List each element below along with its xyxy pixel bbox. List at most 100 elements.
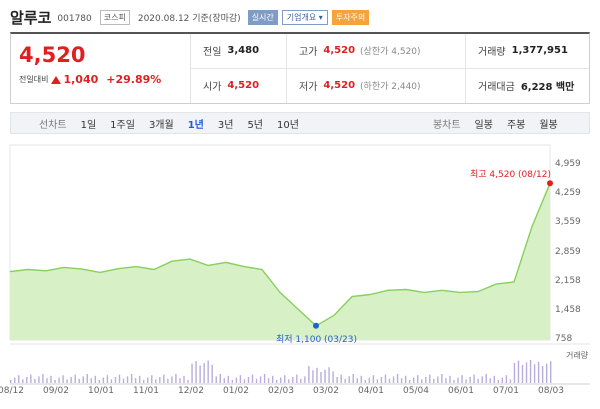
x-tick-label: 11/01: [133, 386, 159, 396]
tab-10y[interactable]: 10년: [277, 116, 299, 131]
high-marker: [547, 180, 553, 187]
current-price-box: 4,520 전일대비 1,040 +29.89%: [11, 34, 191, 103]
high-label: 고가: [299, 47, 318, 59]
low-label: 저가: [299, 82, 318, 94]
volume-bar: [199, 365, 201, 383]
volume-bar: [46, 378, 48, 383]
open-cell: 시가 4,520: [191, 69, 286, 104]
tab-1w[interactable]: 1주일: [110, 116, 135, 131]
volume-bar: [513, 363, 516, 383]
volume-bar: [384, 374, 387, 383]
volume-bar: [134, 378, 137, 383]
volume-bar: [191, 363, 193, 383]
realtime-button[interactable]: 실시간: [247, 9, 278, 25]
price-change: 전일대비 1,040 +29.89%: [19, 73, 182, 86]
volume-bar: [18, 375, 20, 383]
volume-bar: [493, 375, 495, 383]
stock-header: 알루코 001780 코스피 2020.08.12 기준(장마감) 실시간 기업…: [10, 6, 590, 28]
high-cell: 고가 4,520 (상한가 4,520): [286, 34, 466, 69]
price-chart-svg: [9, 144, 590, 385]
volume-bar: [320, 372, 322, 383]
stock-name: 알루코: [10, 8, 52, 27]
volume-bar: [417, 375, 419, 383]
volume-bar: [537, 361, 540, 383]
volume-bar: [404, 375, 407, 383]
volume-bar: [509, 379, 512, 383]
volume-bar: [42, 374, 44, 383]
volume-bar: [263, 374, 266, 383]
x-tick-label: 04/01: [358, 386, 384, 396]
volume-bar: [26, 377, 28, 383]
market-badge: 코스피: [99, 9, 130, 25]
volume-bar: [90, 378, 92, 383]
tab-3m[interactable]: 3개월: [149, 116, 174, 131]
volume-bar: [255, 378, 258, 383]
tab-3y[interactable]: 3년: [218, 116, 234, 131]
volume-bar: [155, 379, 157, 383]
volume-bar: [545, 363, 548, 383]
y-tick-label: 3,559: [555, 217, 581, 228]
x-tick-label: 01/02: [223, 386, 249, 396]
change-amount: 1,040: [63, 73, 99, 86]
volume-bar: [30, 374, 32, 383]
prev-close-cell: 전일 3,480: [191, 34, 286, 69]
volume-bar: [235, 377, 238, 383]
tab-weekly-candle[interactable]: 주봉: [507, 116, 525, 131]
price-chart: 최고 4,520 (08/12) 최저 1,100 (03/23) 거래량 4,…: [0, 140, 600, 409]
volume-bar: [187, 380, 189, 383]
volume-bar: [364, 380, 367, 383]
volume-bar: [421, 379, 423, 383]
volume-bar: [280, 377, 282, 383]
company-info-dropdown[interactable]: 기업개요 ▾: [281, 9, 328, 25]
x-tick-label: 08/03: [538, 386, 564, 396]
low-annotation: 최저 1,100 (03/23): [276, 334, 358, 345]
volume-bar: [461, 375, 463, 383]
volume-bar: [34, 378, 36, 383]
volume-bar: [223, 378, 225, 383]
volume-bar: [247, 377, 250, 383]
volume-bar: [98, 380, 101, 383]
tab-5y[interactable]: 5년: [247, 116, 263, 131]
volume-bar: [288, 379, 290, 383]
volume-bar: [469, 377, 471, 383]
volume-bar: [429, 374, 431, 383]
volume-label: 거래량: [478, 47, 506, 59]
volume-bar: [78, 378, 80, 383]
tab-1y[interactable]: 1년: [188, 116, 204, 131]
volume-bar: [284, 375, 286, 383]
volume-bar: [94, 375, 97, 383]
x-tick-label: 10/01: [88, 386, 114, 396]
volume-bar: [179, 378, 181, 383]
tab-1d[interactable]: 1일: [81, 116, 97, 131]
volume-bar: [550, 361, 552, 383]
volume-bar: [259, 376, 262, 383]
volume-bar: [110, 379, 113, 383]
y-tick-label: 4,259: [555, 188, 581, 199]
y-tick-label: 1,458: [555, 304, 581, 315]
volume-bar: [151, 375, 153, 383]
volume-bar: [207, 360, 209, 383]
x-tick-label: 07/01: [493, 386, 519, 396]
volume-bar: [147, 377, 149, 383]
volume-bar: [392, 376, 395, 383]
y-tick-label: 758: [555, 334, 573, 344]
volume-bar: [122, 378, 125, 383]
volume-bar: [348, 376, 350, 383]
volume-cell: 거래량 1,377,951: [466, 34, 589, 69]
tab-daily-candle[interactable]: 일봉: [475, 116, 493, 131]
volume-bar: [175, 374, 177, 383]
volume-bar: [211, 364, 213, 383]
tab-monthly-candle[interactable]: 월봉: [539, 116, 557, 131]
volume-bar: [239, 375, 242, 383]
up-arrow-icon: [51, 75, 62, 84]
volume-bar: [251, 374, 254, 383]
volume-bar: [457, 377, 459, 383]
volume-bar: [501, 377, 504, 383]
volume-bar: [114, 377, 117, 383]
volume-value: 1,377,951: [511, 45, 568, 57]
trade-value: 6,228 백만: [520, 82, 575, 94]
volume-bar: [54, 380, 56, 383]
volume-bar: [332, 371, 334, 383]
volume-bar: [521, 364, 524, 383]
volume-bar: [14, 377, 16, 383]
